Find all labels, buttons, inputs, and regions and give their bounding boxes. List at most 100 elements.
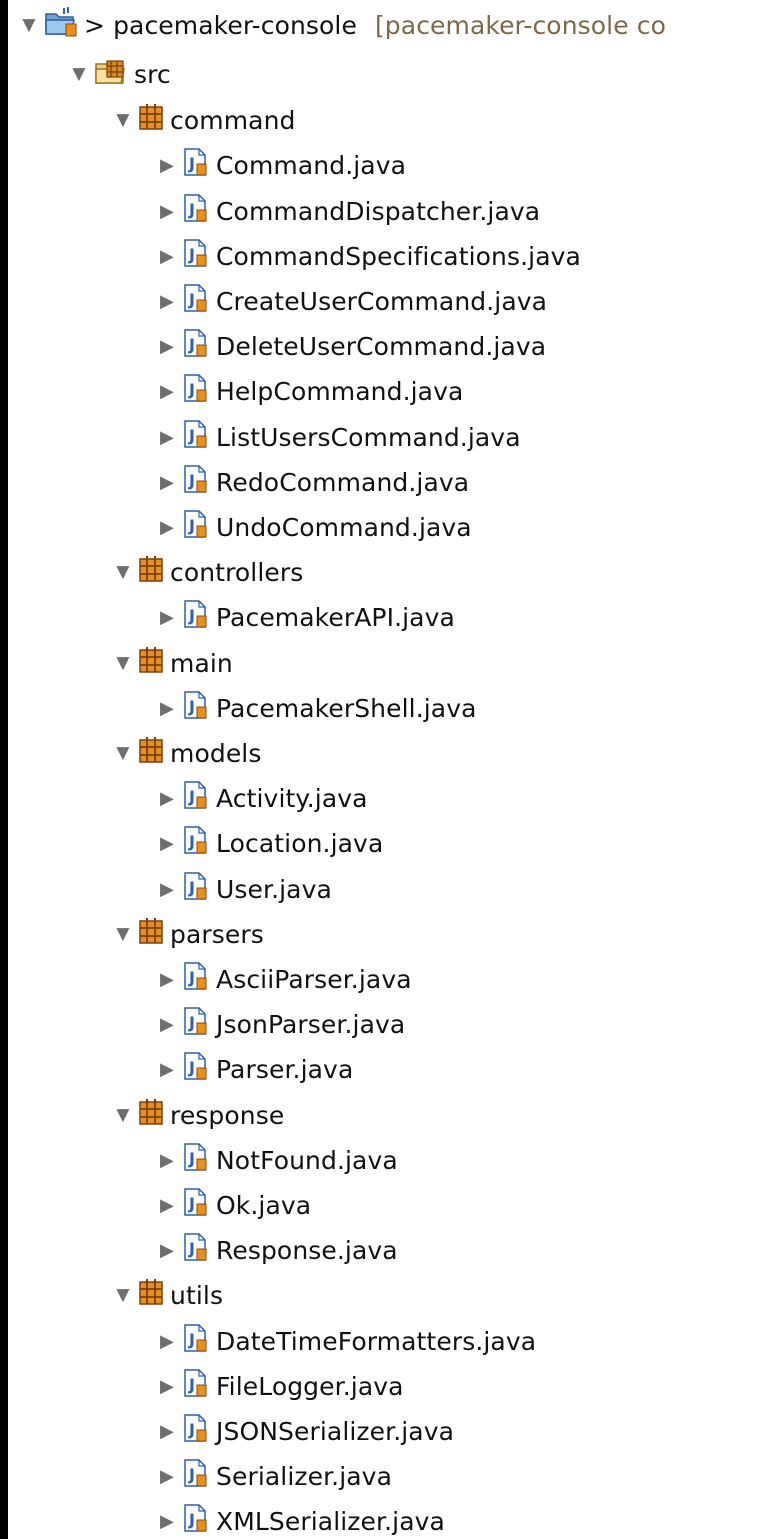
package-icon xyxy=(138,103,164,137)
file-label: DateTimeFormatters.java xyxy=(216,1326,537,1356)
expand-triangle-icon[interactable]: ▼ xyxy=(112,109,134,131)
tree-row-project[interactable]: ▼ > pacemaker-console [pacemaker-console… xyxy=(8,3,769,47)
tree-row-file[interactable]: ▶ J Response.java xyxy=(8,1228,769,1272)
expand-triangle-icon[interactable]: ▼ xyxy=(112,561,134,583)
java-file-icon: J xyxy=(182,1458,210,1494)
java-file-icon: J xyxy=(182,1323,210,1359)
tree-row-package-main[interactable]: ▼ main xyxy=(8,641,769,685)
svg-text:J: J xyxy=(188,245,195,264)
collapse-triangle-icon[interactable]: ▶ xyxy=(156,968,178,990)
collapse-triangle-icon[interactable]: ▶ xyxy=(156,1510,178,1532)
collapse-triangle-icon[interactable]: ▶ xyxy=(156,1375,178,1397)
file-label: Command.java xyxy=(216,150,407,180)
tree-row-file[interactable]: ▶ J PacemakerAPI.java xyxy=(8,595,769,639)
tree-row-file[interactable]: ▶ J User.java xyxy=(8,867,769,911)
expand-triangle-icon[interactable]: ▼ xyxy=(112,652,134,674)
java-file-icon: J xyxy=(182,464,210,500)
collapse-triangle-icon[interactable]: ▶ xyxy=(156,1013,178,1035)
file-label: User.java xyxy=(216,874,332,904)
expand-triangle-icon[interactable]: ▼ xyxy=(18,14,40,36)
file-label: PacemakerShell.java xyxy=(216,693,477,723)
file-label: CreateUserCommand.java xyxy=(216,286,548,316)
collapse-triangle-icon[interactable]: ▶ xyxy=(156,1330,178,1352)
tree-row-file[interactable]: ▶ J Activity.java xyxy=(8,776,769,820)
expand-triangle-icon[interactable]: ▼ xyxy=(112,1104,134,1126)
expand-triangle-icon[interactable]: ▼ xyxy=(112,1284,134,1306)
tree-row-package-command[interactable]: ▼ command xyxy=(8,98,769,142)
collapse-triangle-icon[interactable]: ▶ xyxy=(156,878,178,900)
tree-row-package-parsers[interactable]: ▼ parsers xyxy=(8,912,769,956)
tree-row-file[interactable]: ▶ J CommandSpecifications.java xyxy=(8,234,769,278)
collapse-triangle-icon[interactable]: ▶ xyxy=(156,516,178,538)
file-label: XMLSerializer.java xyxy=(216,1506,445,1536)
tree-row-file[interactable]: ▶ J ListUsersCommand.java xyxy=(8,415,769,459)
tree-row-file[interactable]: ▶ J Serializer.java xyxy=(8,1454,769,1498)
collapse-triangle-icon[interactable]: ▶ xyxy=(156,1420,178,1442)
collapse-triangle-icon[interactable]: ▶ xyxy=(156,1058,178,1080)
tree-row-file[interactable]: ▶ J CommandDispatcher.java xyxy=(8,189,769,233)
file-label: Serializer.java xyxy=(216,1461,392,1491)
tree-row-file[interactable]: ▶ J DateTimeFormatters.java xyxy=(8,1319,769,1363)
collapse-triangle-icon[interactable]: ▶ xyxy=(156,1194,178,1216)
collapse-triangle-icon[interactable]: ▶ xyxy=(156,606,178,628)
svg-text:J: J xyxy=(188,1194,195,1213)
package-icon xyxy=(138,736,164,770)
tree-row-file[interactable]: ▶ J CreateUserCommand.java xyxy=(8,279,769,323)
tree-row-file[interactable]: ▶ J Command.java xyxy=(8,143,769,187)
svg-text:J: J xyxy=(188,697,195,716)
tree-row-package-utils[interactable]: ▼ utils xyxy=(8,1273,769,1317)
tree-row-file[interactable]: ▶ J Parser.java xyxy=(8,1047,769,1091)
file-label: JSONSerializer.java xyxy=(216,1416,455,1446)
tree-row-file[interactable]: ▶ J AsciiParser.java xyxy=(8,957,769,1001)
collapse-triangle-icon[interactable]: ▶ xyxy=(156,1149,178,1171)
collapse-triangle-icon[interactable]: ▶ xyxy=(156,832,178,854)
project-decoration: [pacemaker-console co xyxy=(374,10,666,40)
collapse-triangle-icon[interactable]: ▶ xyxy=(156,697,178,719)
tree-row-package-response[interactable]: ▼ response xyxy=(8,1093,769,1137)
tree-row-package-models[interactable]: ▼ models xyxy=(8,731,769,775)
package-label: response xyxy=(170,1100,285,1130)
collapse-triangle-icon[interactable]: ▶ xyxy=(156,380,178,402)
collapse-triangle-icon[interactable]: ▶ xyxy=(156,290,178,312)
collapse-triangle-icon[interactable]: ▶ xyxy=(156,1465,178,1487)
tree-row-file[interactable]: ▶ J RedoCommand.java xyxy=(8,460,769,504)
tree-row-file[interactable]: ▶ J Location.java xyxy=(8,821,769,865)
java-file-icon: J xyxy=(182,1503,210,1539)
collapse-triangle-icon[interactable]: ▶ xyxy=(156,426,178,448)
tree-row-file[interactable]: ▶ J JSONSerializer.java xyxy=(8,1409,769,1453)
java-file-icon: J xyxy=(182,193,210,229)
tree-row-file[interactable]: ▶ J FileLogger.java xyxy=(8,1364,769,1408)
svg-text:J: J xyxy=(188,878,195,897)
svg-text:J: J xyxy=(188,426,195,445)
tree-row-file[interactable]: ▶ J JsonParser.java xyxy=(8,1002,769,1046)
collapse-triangle-icon[interactable]: ▶ xyxy=(156,335,178,357)
file-label: UndoCommand.java xyxy=(216,512,472,542)
file-label: AsciiParser.java xyxy=(216,964,412,994)
tree-row-file[interactable]: ▶ J Ok.java xyxy=(8,1183,769,1227)
tree-row-file[interactable]: ▶ J DeleteUserCommand.java xyxy=(8,324,769,368)
expand-triangle-icon[interactable]: ▼ xyxy=(112,742,134,764)
collapse-triangle-icon[interactable]: ▶ xyxy=(156,200,178,222)
collapse-triangle-icon[interactable]: ▶ xyxy=(156,787,178,809)
tree-row-file[interactable]: ▶ J XMLSerializer.java xyxy=(8,1499,769,1539)
tree-row-src[interactable]: ▼ src xyxy=(8,52,769,96)
tree-row-package-controllers[interactable]: ▼ controllers xyxy=(8,550,769,594)
tree-row-file[interactable]: ▶ J PacemakerShell.java xyxy=(8,686,769,730)
java-file-icon: J xyxy=(182,871,210,907)
tree-row-file[interactable]: ▶ J NotFound.java xyxy=(8,1138,769,1182)
java-file-icon: J xyxy=(182,1142,210,1178)
collapse-triangle-icon[interactable]: ▶ xyxy=(156,245,178,267)
java-file-icon: J xyxy=(182,599,210,635)
tree-row-file[interactable]: ▶ J HelpCommand.java xyxy=(8,369,769,413)
svg-text:J: J xyxy=(188,1420,195,1439)
collapse-triangle-icon[interactable]: ▶ xyxy=(156,154,178,176)
expand-triangle-icon[interactable]: ▼ xyxy=(68,63,90,85)
svg-text:J: J xyxy=(188,606,195,625)
svg-text:J: J xyxy=(188,968,195,987)
file-label: PacemakerAPI.java xyxy=(216,602,455,632)
collapse-triangle-icon[interactable]: ▶ xyxy=(156,1239,178,1261)
tree-row-file[interactable]: ▶ J UndoCommand.java xyxy=(8,505,769,549)
collapse-triangle-icon[interactable]: ▶ xyxy=(156,471,178,493)
expand-triangle-icon[interactable]: ▼ xyxy=(112,923,134,945)
project-arrow: > xyxy=(84,10,106,40)
